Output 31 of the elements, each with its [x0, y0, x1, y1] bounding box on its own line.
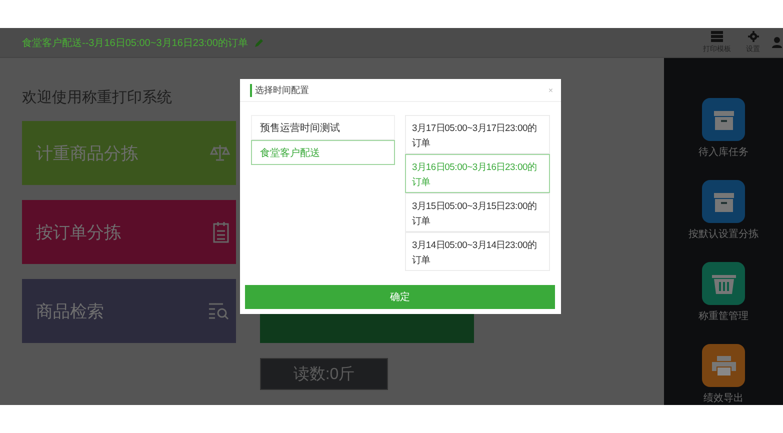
confirm-button[interactable]: 确定 — [245, 285, 555, 309]
scale-icon — [210, 143, 230, 163]
sidebar-item[interactable]: 绩效导出 — [702, 344, 745, 405]
notepad-icon — [212, 221, 230, 243]
close-button[interactable]: × — [548, 86, 553, 94]
menu-tile[interactable]: 按订单分拣 — [22, 200, 236, 264]
sidebar-item[interactable]: 按默认设置分拣 — [688, 180, 758, 241]
list-search-icon — [208, 302, 230, 320]
weight-reading: 读数:0斤 — [260, 358, 388, 390]
config-option[interactable]: 食堂客户配送 — [251, 140, 395, 165]
pencil-icon — [254, 38, 264, 48]
time-slot-option[interactable]: 3月14日05:00~3月14日23:00的订单 — [405, 232, 550, 271]
welcome-title: 欢迎使用称重打印系统 — [22, 88, 172, 107]
box-icon — [712, 108, 736, 130]
printer-icon — [710, 354, 736, 376]
basket-icon — [710, 272, 736, 294]
time-slot-option[interactable]: 3月17日05:00~3月17日23:00的订单 — [405, 115, 550, 154]
sidebar-item[interactable]: 称重筐管理 — [698, 262, 748, 323]
menu-tile[interactable]: 计重商品分拣 — [22, 121, 236, 185]
user-icon — [772, 37, 782, 48]
settings-icon — [748, 31, 758, 42]
list-icon — [711, 31, 723, 42]
sidebar-item[interactable]: 待入库任务 — [698, 98, 748, 159]
config-option[interactable]: 预售运营时间测试 — [251, 115, 395, 140]
dialog-title: 选择时间配置 — [250, 84, 548, 96]
box-icon — [712, 190, 736, 212]
user-button[interactable] — [771, 37, 783, 48]
time-slot-option[interactable]: 3月16日05:00~3月16日23:00的订单 — [405, 154, 550, 193]
menu-tile[interactable]: 商品检索 — [22, 279, 236, 343]
time-slot-option[interactable]: 3月15日05:00~3月15日23:00的订单 — [405, 193, 550, 232]
order-title: 食堂客户配送--3月16日05:00~3月16日23:00的订单 — [22, 36, 248, 50]
